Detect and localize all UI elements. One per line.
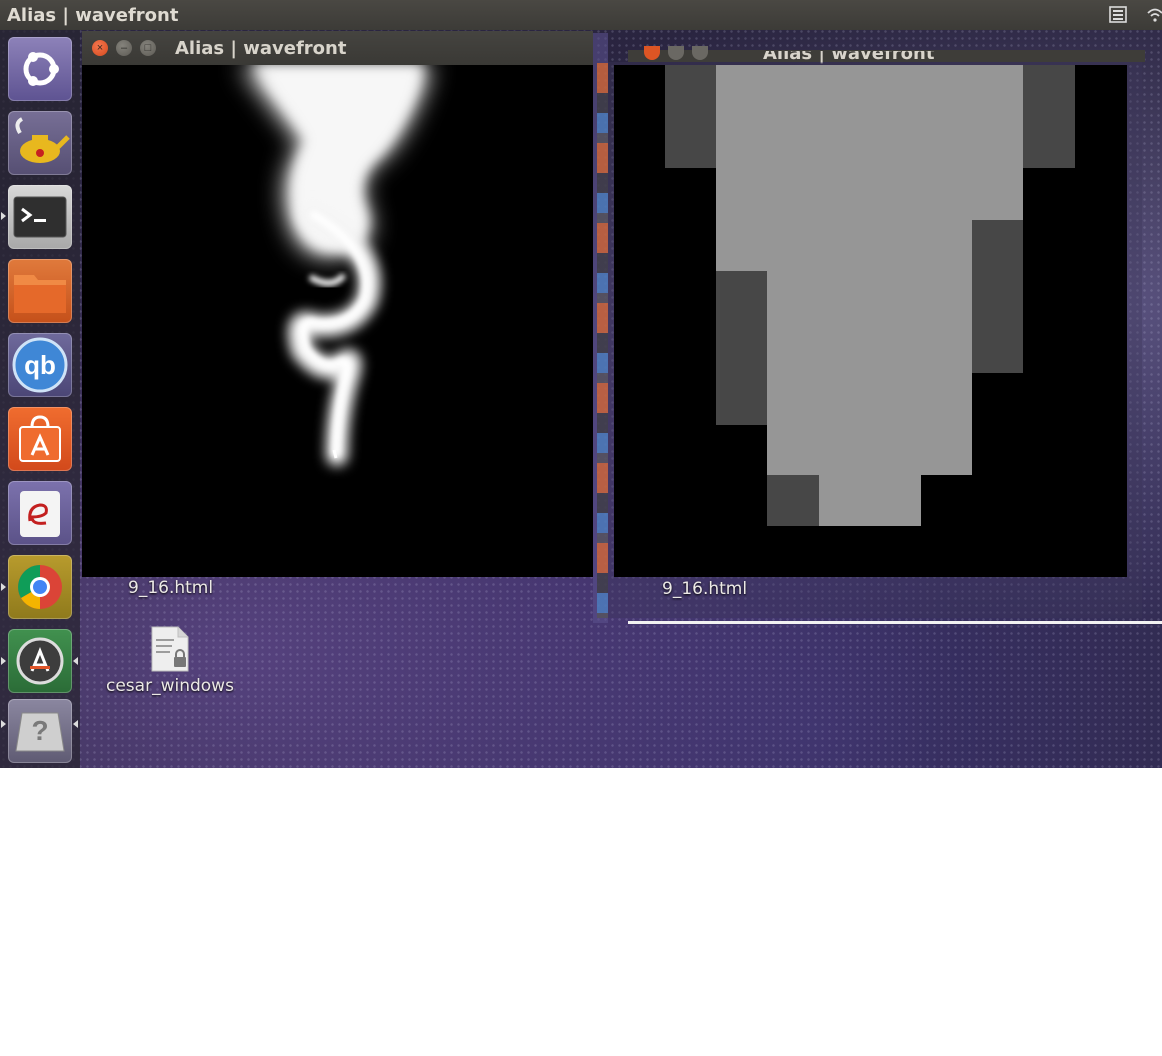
launcher-item-software-updater[interactable]	[8, 629, 72, 693]
window-left: × – □ Alias | wavefront	[82, 31, 593, 577]
grid-cell	[716, 168, 1023, 220]
maximize-icon: □	[144, 41, 152, 54]
launcher-item-terminal[interactable]	[8, 185, 72, 249]
grid-cell	[1023, 65, 1075, 168]
focused-indicator	[73, 720, 78, 728]
running-indicator	[1, 657, 6, 665]
launcher-reflection	[597, 63, 608, 618]
grid-cell	[767, 271, 972, 475]
launcher: qb ?	[0, 30, 80, 768]
window-right-file-label[interactable]: 9_16.html	[662, 579, 747, 599]
window-left-titlebar: × – □ Alias | wavefront	[82, 31, 593, 65]
unknown-app-label: ?	[31, 715, 49, 746]
maximize-button[interactable]	[692, 46, 708, 60]
network-tray-icon[interactable]	[1109, 6, 1127, 23]
minimize-icon: –	[120, 41, 128, 54]
updater-icon	[16, 637, 64, 685]
grid-cell	[716, 271, 767, 425]
document-lock-icon	[151, 626, 189, 672]
focused-indicator	[73, 657, 78, 665]
running-indicator	[1, 212, 6, 220]
launcher-item-document-viewer[interactable]	[8, 481, 72, 545]
running-indicator	[1, 720, 6, 728]
grid-cell	[716, 65, 1023, 168]
top-panel: Alias | wavefront	[0, 0, 1162, 30]
grid-heatmap	[665, 65, 1075, 526]
launcher-item-qbittorrent[interactable]: qb	[8, 333, 72, 397]
window-right-titlebar: Alias | wavefront	[628, 46, 1145, 64]
grid-cell	[972, 220, 1023, 373]
window-right-bottom-edge	[628, 621, 1162, 624]
desktop-file-label[interactable]: cesar_windows	[106, 676, 234, 696]
window-left-title: Alias | wavefront	[175, 38, 347, 59]
lamp-icon	[15, 117, 70, 163]
close-button[interactable]	[644, 46, 660, 60]
desktop-file-icon[interactable]	[150, 625, 190, 673]
maximize-button[interactable]: □	[140, 40, 156, 56]
grid-cell	[716, 220, 972, 271]
launcher-item-unknown-app[interactable]: ?	[8, 699, 72, 763]
window-left-file-label[interactable]: 9_16.html	[128, 578, 213, 598]
running-indicator	[1, 583, 6, 591]
wifi-icon[interactable]	[1146, 6, 1162, 23]
launcher-item-software-center[interactable]	[8, 407, 72, 471]
chrome-icon	[18, 565, 62, 609]
launcher-item-ubuntu-dash[interactable]	[8, 37, 72, 101]
top-panel-title: Alias | wavefront	[7, 5, 179, 26]
close-button[interactable]: ×	[92, 40, 108, 56]
smoke-plume-image	[240, 65, 432, 466]
close-icon: ×	[96, 41, 104, 54]
document-viewer-icon	[20, 491, 60, 537]
launcher-item-files[interactable]	[8, 259, 72, 323]
smoke-canvas	[82, 65, 593, 577]
minimize-button[interactable]: –	[116, 40, 132, 56]
grid-cell	[819, 475, 921, 526]
qbittorrent-label: qb	[24, 349, 56, 380]
launcher-item-chrome[interactable]	[8, 555, 72, 619]
terminal-icon	[13, 196, 67, 238]
shopping-bag-icon	[19, 415, 61, 462]
ubuntu-logo-icon	[23, 52, 59, 86]
launcher-item-genie-lamp[interactable]	[8, 111, 72, 175]
window-right-title: Alias | wavefront	[763, 43, 935, 64]
grid-canvas	[614, 65, 1127, 577]
window-right: Alias | wavefront 9_16.html	[593, 33, 1162, 624]
minimize-button[interactable]	[668, 46, 684, 60]
grid-cell	[767, 475, 819, 526]
grid-cell	[665, 65, 716, 168]
folder-icon	[14, 275, 66, 313]
